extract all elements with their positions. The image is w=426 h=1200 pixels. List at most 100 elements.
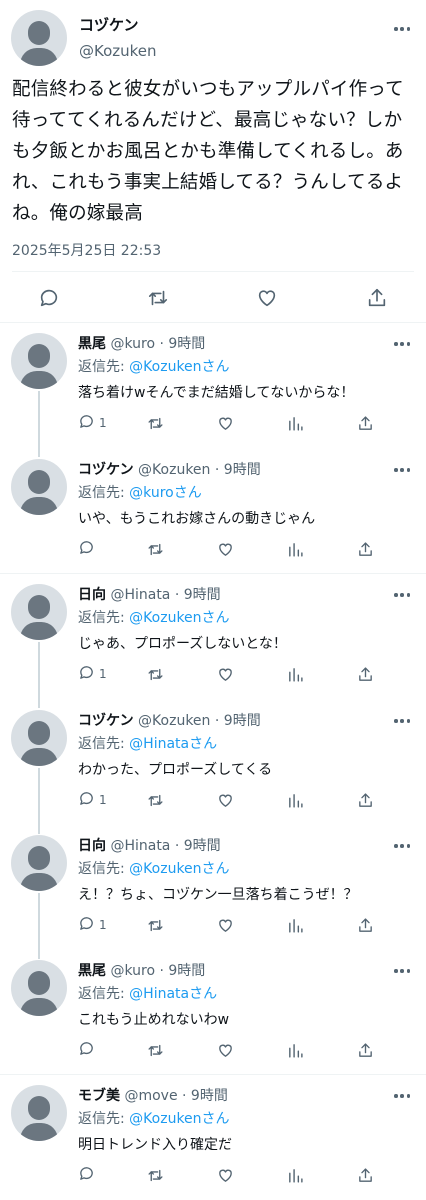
avatar[interactable] (11, 459, 67, 515)
more-icon[interactable] (394, 1094, 410, 1098)
tweet-timestamp[interactable]: 2025年5月25日 22:53 (12, 240, 161, 260)
bar-chart-icon[interactable] (287, 790, 304, 810)
author-name[interactable]: 黒尾 (78, 336, 106, 352)
bar-chart-icon[interactable] (287, 539, 304, 559)
share-icon[interactable] (357, 790, 374, 810)
more-icon[interactable] (394, 969, 410, 973)
author-handle[interactable]: @move (124, 1088, 177, 1104)
retweet-icon[interactable] (147, 539, 164, 559)
reply-time[interactable]: 9時間 (184, 587, 221, 603)
author-handle[interactable]: @Kozuken (138, 713, 210, 729)
comment-button[interactable]: 1 (78, 790, 107, 810)
bar-chart-icon[interactable] (287, 664, 304, 684)
reply-tweet[interactable]: コヅケン @Kozuken · 9時間 返信先: @kuroさん いや、もうこれ… (0, 449, 426, 573)
reply-to-link[interactable]: @Hinataさん (129, 986, 217, 1002)
bar-chart-icon[interactable] (287, 413, 304, 433)
retweet-icon[interactable] (147, 413, 164, 433)
share-icon[interactable] (357, 664, 374, 684)
retweet-icon[interactable] (147, 790, 164, 810)
avatar[interactable] (11, 10, 67, 66)
heart-icon[interactable] (217, 790, 234, 810)
author-handle[interactable]: @Hinata (110, 587, 170, 603)
heart-icon[interactable] (217, 664, 234, 684)
reply-time[interactable]: 9時間 (184, 838, 221, 854)
reply-to-link[interactable]: @Kozukenさん (129, 610, 229, 626)
more-icon[interactable] (394, 844, 410, 848)
author-handle[interactable]: @Kozuken (79, 42, 157, 60)
heart-icon[interactable] (217, 915, 234, 935)
comment-icon[interactable] (78, 1040, 95, 1061)
reply-time[interactable]: 9時間 (224, 462, 261, 478)
reply-to-link[interactable]: @Kozukenさん (129, 359, 229, 375)
comment-icon[interactable] (78, 915, 95, 936)
author-name[interactable]: 日向 (78, 838, 106, 854)
comment-icon[interactable] (78, 413, 95, 434)
more-icon[interactable] (394, 342, 410, 346)
bar-chart-icon[interactable] (287, 915, 304, 935)
author-handle[interactable]: @kuro (110, 963, 155, 979)
heart-icon[interactable] (217, 413, 234, 433)
retweet-icon[interactable] (147, 287, 169, 309)
reply-to-link[interactable]: @kuroさん (129, 485, 202, 501)
reply-tweet[interactable]: 日向 @Hinata · 9時間 返信先: @Kozukenさん じゃあ、プロポ… (0, 574, 426, 708)
reply-tweet[interactable]: コヅケン @Kozuken · 9時間 返信先: @Hinataさん わかった、… (0, 700, 426, 834)
avatar[interactable] (11, 710, 67, 766)
author-handle[interactable]: @kuro (110, 336, 155, 352)
reply-time[interactable]: 9時間 (191, 1088, 228, 1104)
more-icon[interactable] (394, 468, 410, 472)
more-icon[interactable] (394, 27, 410, 31)
heart-icon[interactable] (217, 1040, 234, 1060)
heart-icon[interactable] (217, 539, 234, 559)
author-handle[interactable]: @Kozuken (138, 462, 210, 478)
heart-icon[interactable] (217, 1165, 234, 1185)
share-icon[interactable] (357, 915, 374, 935)
reply-tweet[interactable]: モブ美 @move · 9時間 返信先: @Kozukenさん 明日トレンド入り… (0, 1075, 426, 1200)
more-icon[interactable] (394, 593, 410, 597)
share-icon[interactable] (357, 1165, 374, 1185)
retweet-icon[interactable] (147, 1165, 164, 1185)
retweet-icon[interactable] (147, 664, 164, 684)
avatar[interactable] (11, 835, 67, 891)
reply-tweet[interactable]: 黒尾 @kuro · 9時間 返信先: @Hinataさん これもう止めれないわ… (0, 950, 426, 1074)
comment-icon[interactable] (78, 539, 95, 560)
comment-button[interactable] (78, 1165, 99, 1185)
comment-button[interactable]: 1 (78, 915, 107, 935)
comment-button[interactable] (78, 1040, 99, 1060)
retweet-icon[interactable] (147, 915, 164, 935)
comment-icon[interactable] (78, 790, 95, 811)
comment-button[interactable]: 1 (78, 664, 107, 684)
reply-to-link[interactable]: @Kozukenさん (129, 861, 229, 877)
author-name[interactable]: コヅケン (78, 462, 134, 478)
comment-button[interactable]: 1 (78, 413, 107, 433)
author-handle[interactable]: @Hinata (110, 838, 170, 854)
avatar[interactable] (11, 584, 67, 640)
more-icon[interactable] (394, 719, 410, 723)
comment-icon[interactable] (38, 287, 60, 309)
reply-to-link[interactable]: @Kozukenさん (129, 1111, 229, 1127)
reply-tweet[interactable]: 黒尾 @kuro · 9時間 返信先: @Kozukenさん 落ち着けwそんでま… (0, 323, 426, 457)
bar-chart-icon[interactable] (287, 1040, 304, 1060)
author-name[interactable]: 日向 (78, 587, 106, 603)
avatar[interactable] (11, 333, 67, 389)
share-icon[interactable] (357, 1040, 374, 1060)
comment-icon[interactable] (78, 1165, 95, 1186)
comment-button[interactable] (78, 539, 99, 559)
avatar[interactable] (11, 1085, 67, 1141)
comment-icon[interactable] (78, 664, 95, 685)
reply-time[interactable]: 9時間 (224, 713, 261, 729)
share-icon[interactable] (357, 413, 374, 433)
author-name[interactable]: コヅケン (79, 14, 139, 35)
avatar[interactable] (11, 960, 67, 1016)
share-icon[interactable] (366, 287, 388, 309)
author-name[interactable]: 黒尾 (78, 963, 106, 979)
reply-tweet[interactable]: 日向 @Hinata · 9時間 返信先: @Kozukenさん え！？ちょ、コ… (0, 825, 426, 959)
reply-time[interactable]: 9時間 (168, 963, 205, 979)
reply-time[interactable]: 9時間 (168, 336, 205, 352)
heart-icon[interactable] (256, 287, 278, 309)
author-name[interactable]: コヅケン (78, 713, 134, 729)
share-icon[interactable] (357, 539, 374, 559)
bar-chart-icon[interactable] (287, 1165, 304, 1185)
reply-to-link[interactable]: @Hinataさん (129, 736, 217, 752)
author-name[interactable]: モブ美 (78, 1088, 120, 1104)
retweet-icon[interactable] (147, 1040, 164, 1060)
